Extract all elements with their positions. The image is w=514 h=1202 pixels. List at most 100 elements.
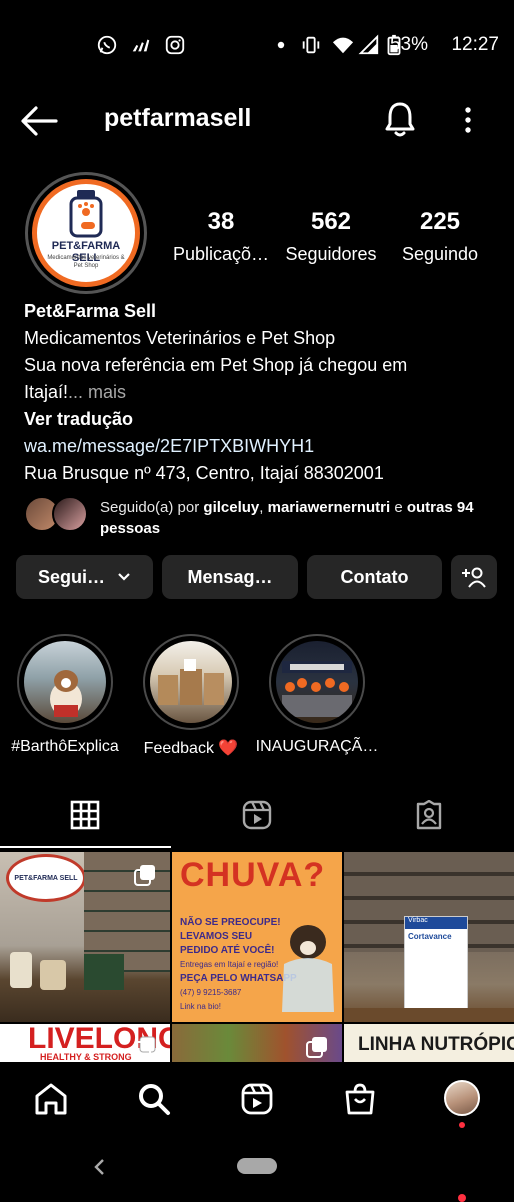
profile-address[interactable]: Rua Brusque nº 473, Centro, Itajaí 88302… (24, 460, 494, 487)
suggest-people-button[interactable] (451, 555, 497, 599)
shop-bag-icon[interactable] (343, 1082, 377, 1116)
post3-product-name: Cortavance (408, 932, 452, 941)
signal-icon (358, 34, 379, 55)
post3-table (344, 1008, 514, 1022)
post-tile-6[interactable]: LINHA NUTRÓPICA (344, 1024, 514, 1062)
highlight-barthoexplica[interactable] (17, 634, 113, 730)
post-tile-2[interactable]: CHUVA? NÃO SE PREOCUPE! LEVAMOS SEU PEDI… (172, 852, 342, 1022)
bio-line-2: Itajaí! (24, 382, 69, 402)
contact-button[interactable]: Contato (307, 555, 442, 599)
grid-icon[interactable] (70, 800, 100, 830)
post2-title: CHUVA? (180, 856, 326, 894)
post1-product (84, 954, 124, 990)
search-icon[interactable] (137, 1082, 171, 1116)
bio-more-link[interactable]: ... mais (68, 382, 126, 402)
profile-avatar[interactable]: PET&FARMA SELL Medicamentos veterinários… (32, 179, 140, 287)
stat-posts[interactable]: 38 Publicaçõ… (166, 208, 276, 265)
bio-line-1: Sua nova referência em Pet Shop já chego… (24, 355, 408, 375)
adidas-icon (132, 39, 150, 52)
post-tile-1[interactable]: PET&FARMA SELL (0, 852, 170, 1022)
home-icon[interactable] (34, 1082, 68, 1116)
post6-title: LINHA NUTRÓPICA (358, 1034, 514, 1055)
dot-icon (277, 41, 285, 49)
multiple-posts-icon (306, 1037, 327, 1058)
highlight-cover-1 (24, 641, 106, 723)
followed-by-user-1: gilceluy (203, 499, 260, 516)
mutual-followers-avatars[interactable] (24, 496, 90, 532)
following-button-label: Segui… (37, 566, 105, 587)
post4-subtitle: HEALTHY & STRONG (40, 1052, 132, 1062)
add-person-icon (462, 567, 486, 588)
highlight-cover-2 (150, 641, 232, 723)
followed-by-text[interactable]: Seguido(a) por gilceluy, mariawernernutr… (100, 497, 500, 539)
website-link[interactable]: wa.me/message/2E7IPTXBIWHYH1 (24, 433, 494, 460)
followed-by-prefix: Seguido(a) por (100, 499, 204, 516)
highlight-label-2: Feedback ❤️ (143, 740, 239, 757)
post-tile-4[interactable]: LIVELONG HEALTHY & STRONG (0, 1024, 170, 1062)
chevron-down-icon (118, 573, 130, 581)
medicine-bottle-icon (69, 190, 103, 238)
storefront-icon (282, 661, 352, 717)
message-button[interactable]: Mensag… (162, 555, 298, 599)
followed-by-user-2: mariawernernutri (267, 499, 391, 516)
followed-by-conjunction: e (390, 499, 407, 516)
reels-tab-icon[interactable] (242, 800, 272, 830)
highlight-label-3: INAUGURAÇÃ… (255, 738, 379, 755)
stat-following-count: 225 (419, 208, 461, 235)
stat-followers-count: 562 (310, 208, 352, 235)
stat-following[interactable]: 225 Seguindo (385, 208, 495, 265)
profile-bio: Pet&Farma Sell Medicamentos Veterinários… (24, 298, 494, 487)
contact-button-label: Contato (340, 566, 409, 587)
notification-dot (459, 1122, 465, 1128)
highlight-cover-3 (276, 641, 358, 723)
followed-by-separator: , (259, 499, 268, 516)
profile-nav-avatar[interactable] (444, 1080, 480, 1116)
profile-category: Medicamentos Veterinários e Pet Shop (24, 328, 336, 348)
whatsapp-icon (97, 35, 117, 55)
bottom-navigation (0, 1062, 514, 1138)
vibrate-icon (302, 36, 320, 54)
system-back-icon[interactable] (92, 1158, 108, 1176)
highlight-feedback[interactable] (143, 634, 239, 730)
stat-following-label: Seguindo (401, 244, 479, 264)
clock: 12:27 (451, 34, 499, 55)
post1-sign: PET&FARMA SELL (6, 854, 86, 902)
stat-posts-label: Publicaçõ… (172, 244, 270, 264)
stat-followers[interactable]: 562 Seguidores (276, 208, 386, 265)
back-arrow-icon[interactable] (20, 104, 58, 138)
dog-in-raincoat-icon (282, 925, 334, 1012)
system-navigation-bar (0, 1138, 514, 1202)
multiple-posts-icon (134, 1036, 156, 1058)
multiple-posts-icon (134, 865, 155, 886)
profile-display-name: Pet&Farma Sell (24, 301, 157, 321)
instagram-icon (165, 35, 185, 55)
avatar-logo-subtitle: Medicamentos veterinários & Pet Shop (47, 255, 125, 269)
following-button[interactable]: Segui… (16, 555, 153, 599)
translate-link[interactable]: Ver tradução (24, 406, 494, 433)
status-bar: 53% 12:27 (0, 0, 514, 90)
mutual-avatar-2 (52, 496, 88, 532)
post-tile-3[interactable]: Virbac Cortavance (344, 852, 514, 1022)
system-home-pill[interactable] (237, 1158, 277, 1174)
wifi-icon (332, 37, 354, 54)
dog-icon (50, 670, 82, 717)
bell-icon[interactable] (383, 100, 417, 138)
post3-product-box: Virbac Cortavance (404, 916, 468, 1010)
reels-icon[interactable] (240, 1082, 274, 1116)
post1-product (10, 952, 32, 988)
shopping-bags-icon (158, 659, 224, 705)
post-tile-5[interactable] (172, 1024, 342, 1062)
message-button-label: Mensag… (187, 566, 273, 587)
stat-posts-count: 38 (207, 208, 235, 235)
highlight-label-1: #BarthôExplica (11, 738, 119, 755)
active-tab-indicator (0, 846, 171, 848)
post3-brand: Virbac (405, 917, 467, 929)
battery-level: 53% (389, 34, 428, 55)
tagged-tab-icon[interactable] (414, 800, 444, 830)
highlight-inauguracao[interactable] (269, 634, 365, 730)
system-indicator-dot (458, 1194, 466, 1202)
stat-followers-label: Seguidores (285, 244, 377, 264)
post1-product (40, 960, 66, 990)
profile-username: petfarmasell (104, 104, 252, 132)
more-options-icon[interactable] (457, 104, 479, 138)
